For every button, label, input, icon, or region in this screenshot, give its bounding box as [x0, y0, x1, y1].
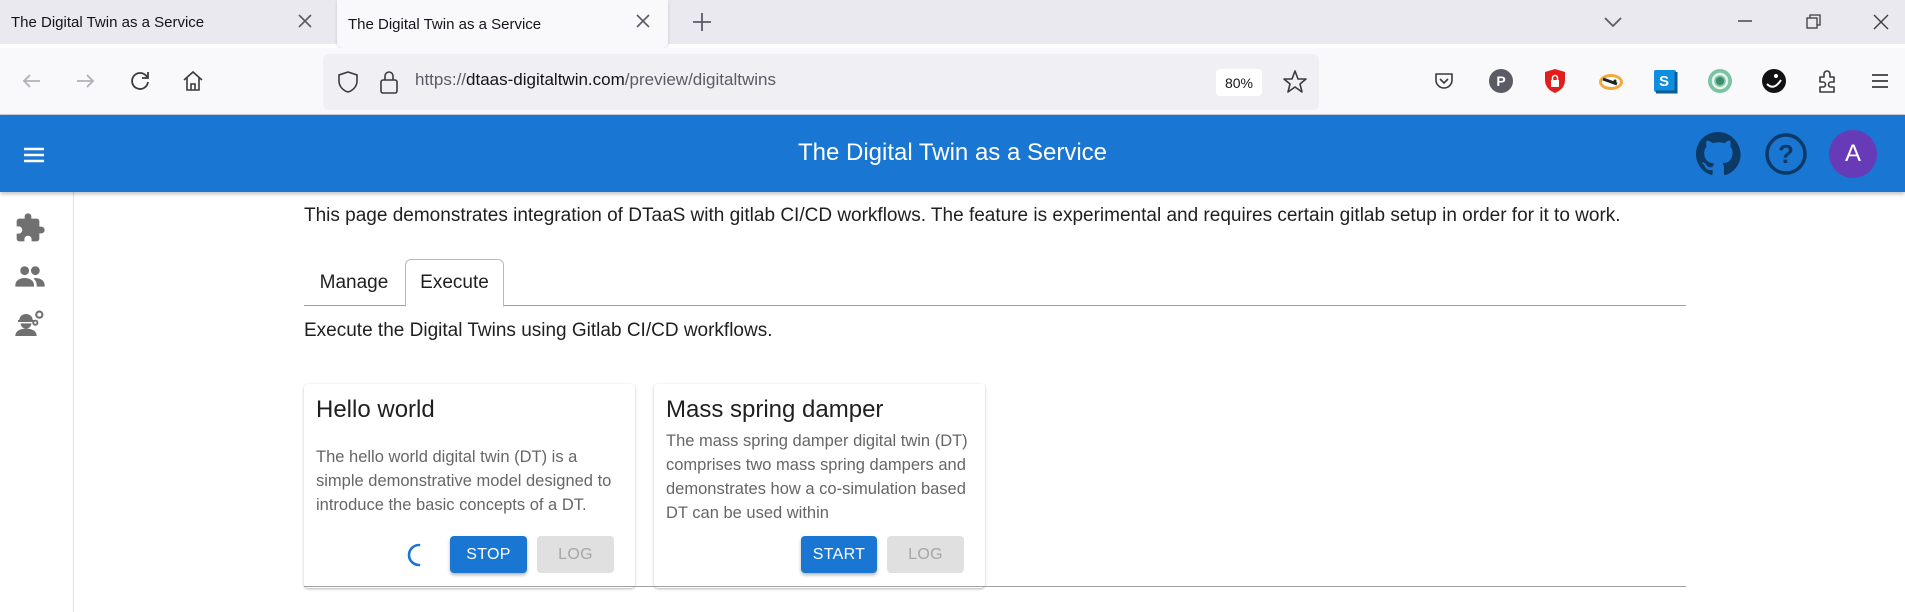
- green-circle-extension-icon[interactable]: [1706, 67, 1734, 95]
- close-tab-icon[interactable]: [632, 10, 654, 32]
- restore-window-icon[interactable]: [1800, 8, 1828, 36]
- reload-icon[interactable]: [126, 67, 154, 95]
- digital-twin-card: Hello world The hello world digital twin…: [304, 384, 635, 588]
- new-tab-icon[interactable]: [690, 10, 714, 34]
- dark-face-extension-icon[interactable]: [1760, 67, 1788, 95]
- browser-nav-bar: https://dtaas-digitaltwin.com/preview/di…: [0, 48, 1905, 115]
- card-title: Hello world: [316, 396, 435, 423]
- zoom-level-badge[interactable]: 80%: [1216, 69, 1262, 96]
- url-bar[interactable]: https://dtaas-digitaltwin.com/preview/di…: [323, 54, 1319, 110]
- user-avatar[interactable]: A: [1829, 130, 1877, 178]
- card-title: Mass spring damper: [666, 396, 884, 423]
- tab-bar: Manage Execute: [304, 259, 1686, 307]
- tracking-protection-shield-icon[interactable]: [336, 70, 360, 94]
- url-scheme: https://: [415, 70, 467, 89]
- help-icon[interactable]: ?: [1763, 131, 1809, 177]
- divider: [304, 586, 1686, 587]
- svg-text:?: ?: [1778, 139, 1794, 169]
- extensions-puzzle-icon[interactable]: [1813, 67, 1841, 95]
- url-text[interactable]: https://dtaas-digitaltwin.com/preview/di…: [415, 70, 776, 90]
- loading-spinner-icon: [407, 543, 421, 567]
- forward-icon[interactable]: [71, 67, 99, 95]
- engineer-gears-icon[interactable]: [14, 308, 46, 340]
- browser-tab-title: The Digital Twin as a Service: [348, 15, 542, 33]
- card-description: The hello world digital twin (DT) is a s…: [316, 448, 612, 514]
- browser-tab-strip: The Digital Twin as a Service The Digita…: [0, 0, 1905, 48]
- list-all-tabs-icon[interactable]: [1599, 8, 1627, 36]
- close-tab-icon[interactable]: [294, 10, 316, 32]
- svg-text:P: P: [1496, 73, 1505, 89]
- browser-tab-title: The Digital Twin as a Service: [11, 13, 205, 31]
- svg-text:S: S: [1659, 73, 1669, 90]
- url-path: /preview/digitaltwins: [624, 70, 776, 89]
- app-menu-icon[interactable]: [1866, 67, 1894, 95]
- app-header: The Digital Twin as a Service ? A: [0, 115, 1905, 192]
- log-button[interactable]: LOG: [887, 536, 964, 573]
- people-icon[interactable]: [14, 260, 46, 292]
- pocket-icon[interactable]: [1430, 67, 1458, 95]
- app-title: The Digital Twin as a Service: [797, 139, 1108, 166]
- puzzle-icon[interactable]: [14, 212, 46, 244]
- tab-execute[interactable]: Execute: [405, 259, 504, 307]
- close-window-icon[interactable]: [1867, 8, 1895, 36]
- lock-shield-extension-icon[interactable]: [1541, 67, 1569, 95]
- page-intro-text: This page demonstrates integration of DT…: [304, 205, 1621, 226]
- browser-tab-active[interactable]: The Digital Twin as a Service: [337, 0, 668, 48]
- card-description: The mass spring damper digital twin (DT)…: [666, 432, 968, 522]
- badger-extension-icon[interactable]: [1597, 67, 1625, 95]
- back-icon[interactable]: [18, 67, 46, 95]
- lock-icon[interactable]: [377, 69, 401, 95]
- minimize-window-icon[interactable]: [1731, 8, 1759, 36]
- digital-twin-card: Mass spring damper The mass spring dampe…: [654, 384, 985, 588]
- url-host: dtaas-digitaltwin.com: [466, 70, 625, 89]
- start-button[interactable]: START: [801, 536, 877, 573]
- p-extension-icon[interactable]: P: [1487, 67, 1515, 95]
- execute-subtitle: Execute the Digital Twins using Gitlab C…: [304, 320, 773, 341]
- sidebar: [0, 192, 74, 612]
- browser-tab[interactable]: The Digital Twin as a Service: [0, 0, 330, 44]
- github-icon[interactable]: [1695, 131, 1741, 177]
- home-icon[interactable]: [179, 67, 207, 95]
- s-extension-icon[interactable]: S: [1651, 67, 1679, 95]
- bookmark-star-icon[interactable]: [1281, 68, 1309, 96]
- stop-button[interactable]: STOP: [450, 536, 527, 573]
- log-button[interactable]: LOG: [537, 536, 614, 573]
- tab-manage[interactable]: Manage: [304, 259, 404, 306]
